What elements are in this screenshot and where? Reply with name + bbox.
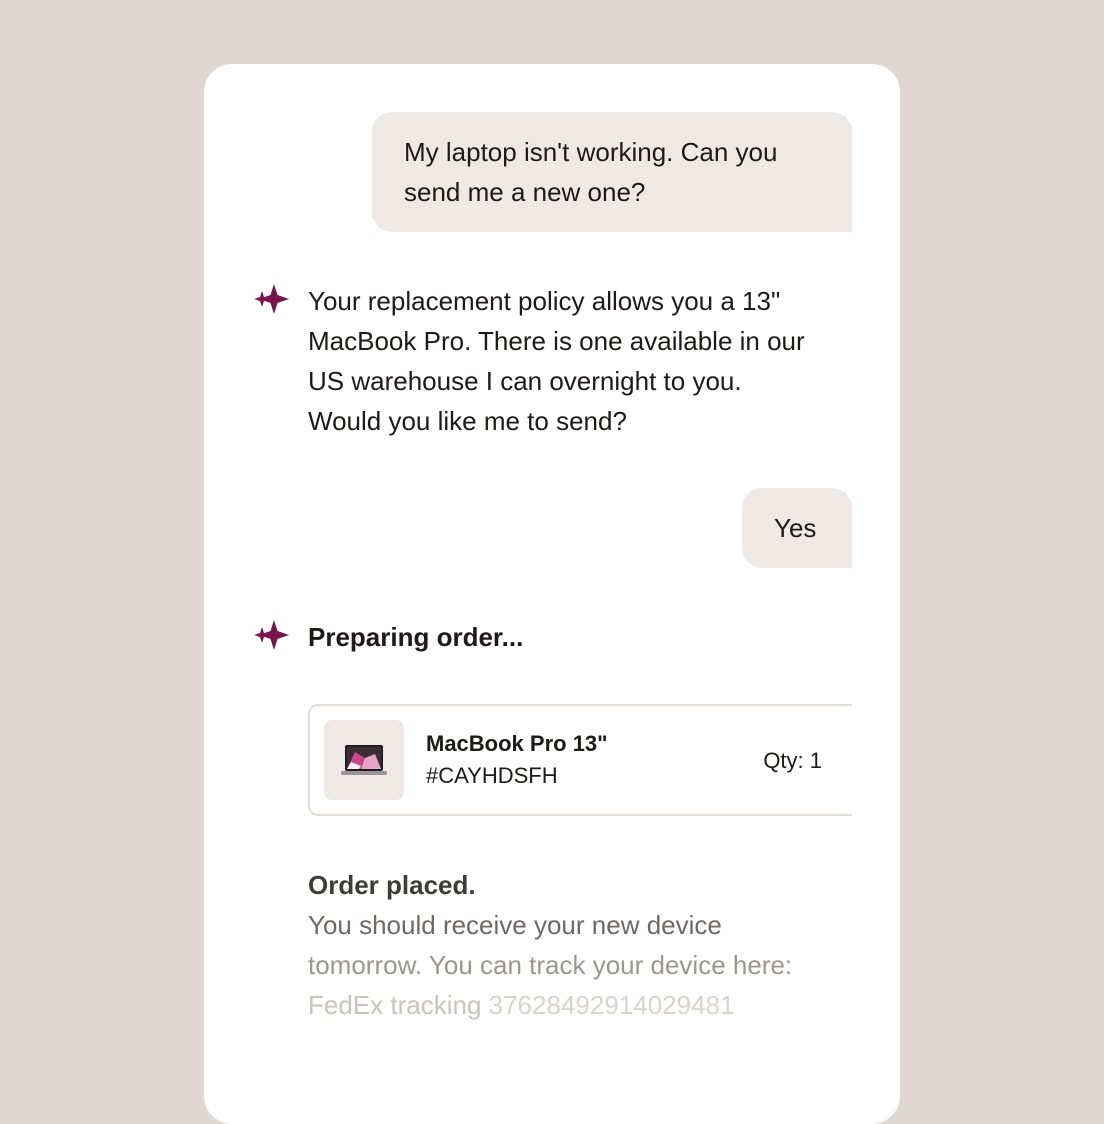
tracking-label: FedEx tracking <box>308 990 489 1020</box>
confirmation-line: tomorrow. You can track your device here… <box>308 950 793 980</box>
user-message-bubble: My laptop isn't working. Can you send me… <box>372 112 852 232</box>
product-quantity: Qty: 1 <box>763 748 822 773</box>
assistant-message-line: Would you like me to send? <box>308 406 627 436</box>
product-name: MacBook Pro 13" <box>426 731 608 756</box>
order-item-card[interactable]: MacBook Pro 13" #CAYHDSFH Qty: 1 <box>308 704 852 816</box>
tracking-line: FedEx tracking 37628492914029481 <box>308 985 734 1025</box>
product-sku: #CAYHDSFH <box>426 763 558 788</box>
laptop-image <box>341 745 387 775</box>
assistant-message-line: MacBook Pro. There is one available in o… <box>308 326 805 356</box>
confirmation-line: You should receive your new device <box>308 910 722 940</box>
assistant-message-line: Your replacement policy allows you a 13" <box>308 286 781 316</box>
user-message-line: send me a new one? <box>404 177 646 207</box>
status-text: Preparing order... <box>308 622 524 652</box>
sparkle-icon <box>254 284 289 314</box>
user-message-line: My laptop isn't working. Can you <box>404 137 778 167</box>
tracking-number-link[interactable]: 37628492914029481 <box>489 990 735 1020</box>
assistant-message: Your replacement policy allows you a 13"… <box>308 281 868 441</box>
assistant-message-line: US warehouse I can overnight to you. <box>308 366 742 396</box>
product-thumbnail <box>324 720 404 800</box>
order-placed-title: Order placed. <box>308 870 476 900</box>
user-reply-bubble: Yes <box>742 488 852 568</box>
sparkle-icon <box>254 620 289 650</box>
chat-panel: My laptop isn't working. Can you send me… <box>204 64 900 1124</box>
